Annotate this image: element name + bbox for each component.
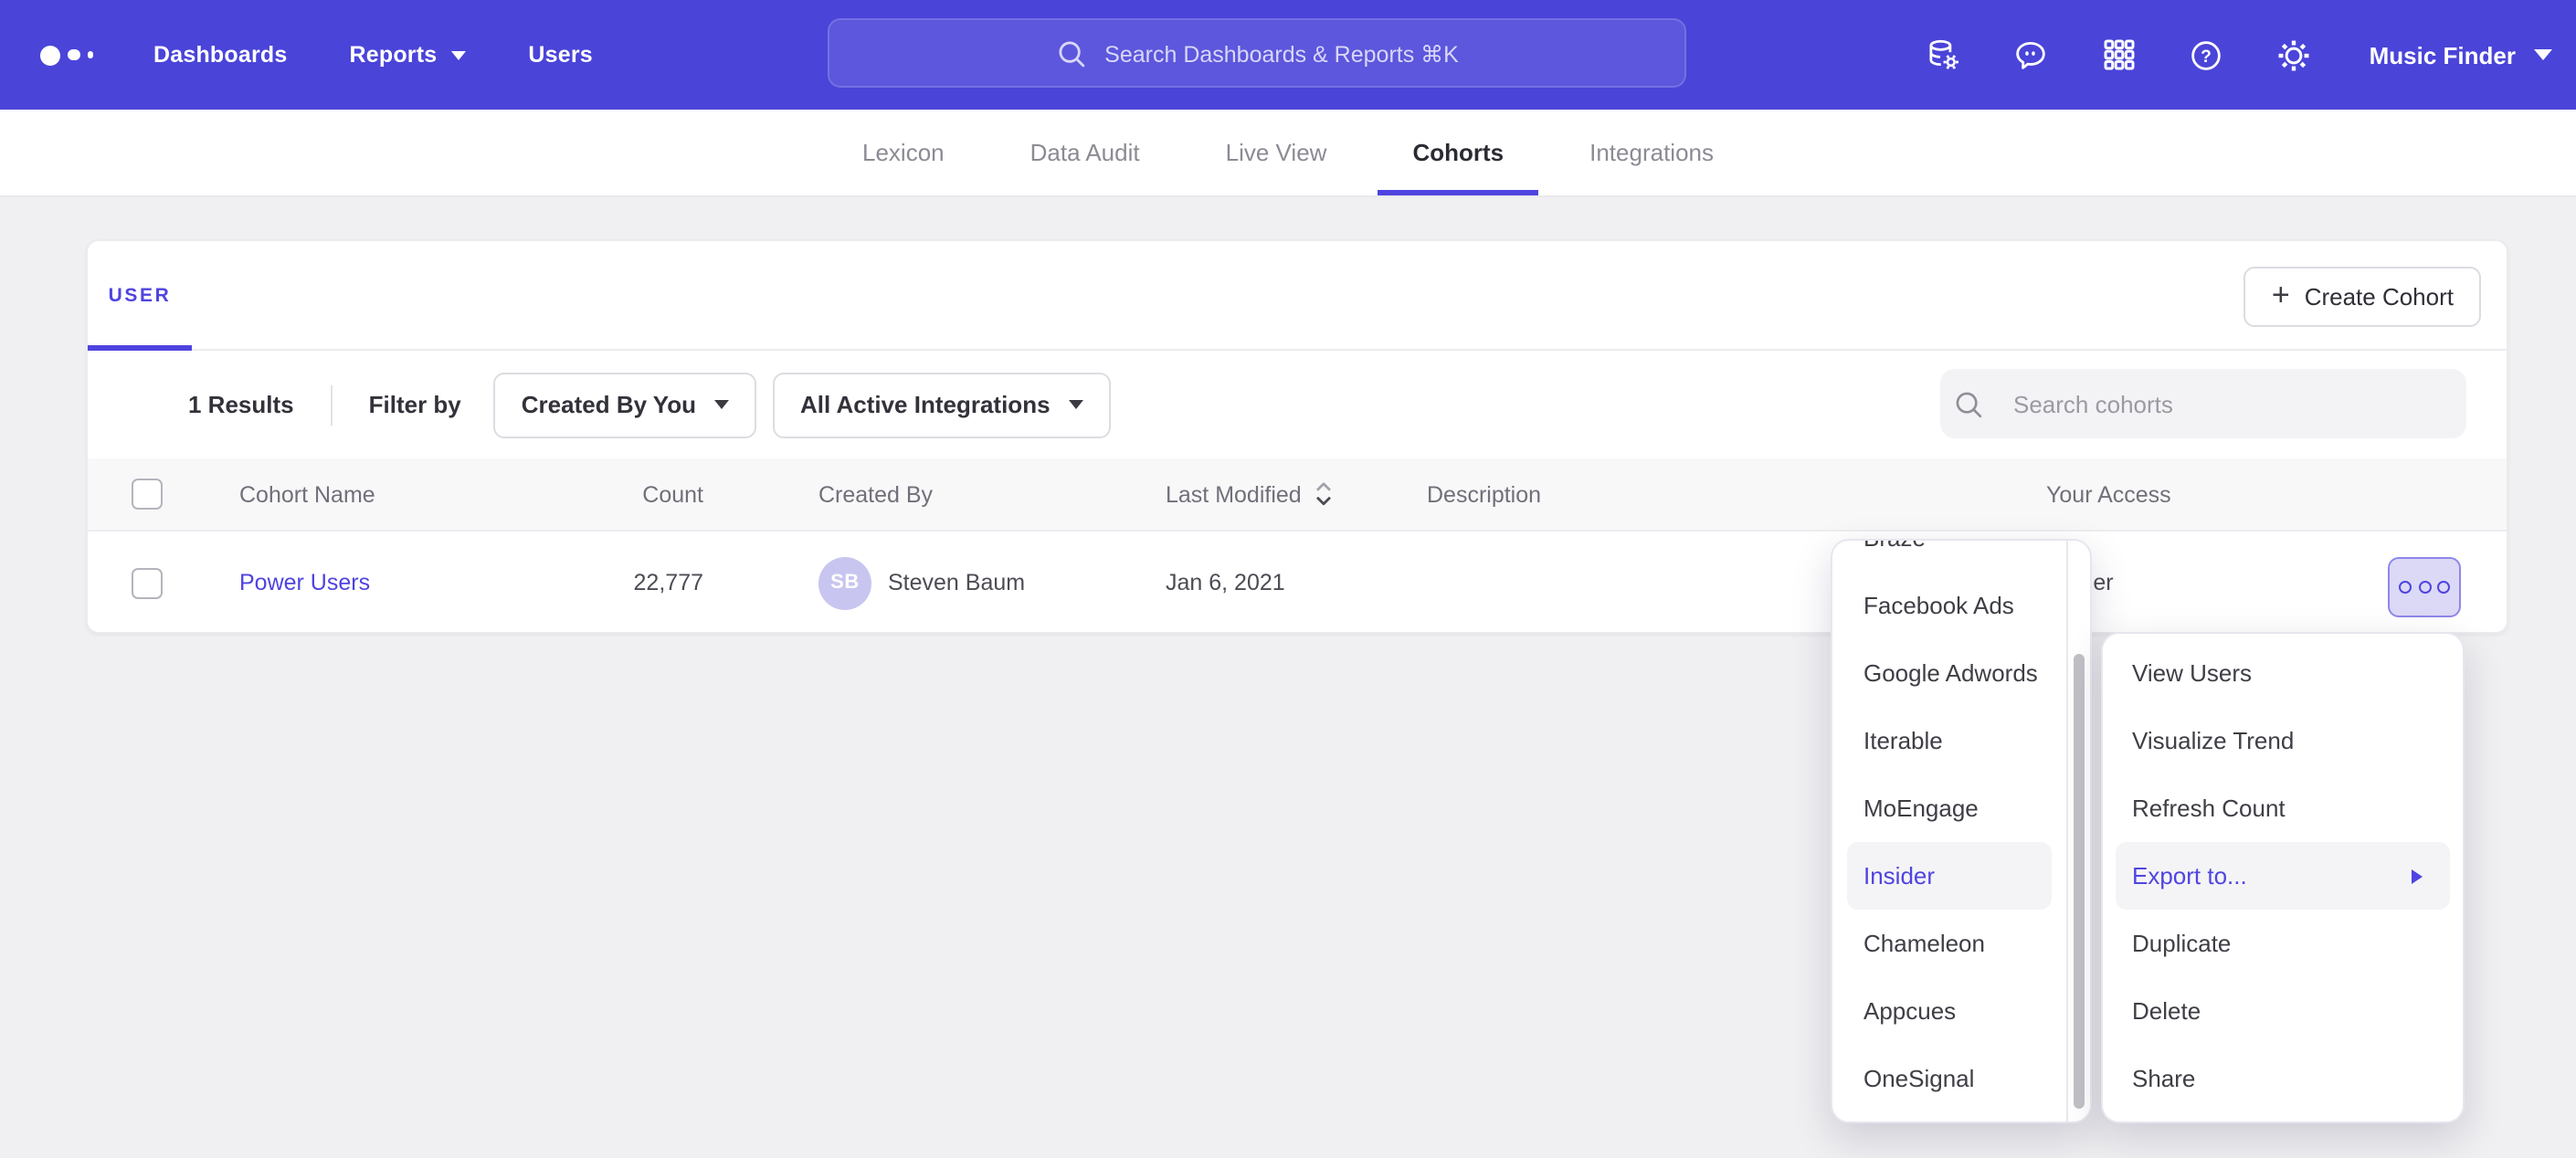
project-switcher[interactable]: Music Finder	[2370, 41, 2552, 68]
chevron-down-icon	[1069, 400, 1083, 409]
cohort-name-link[interactable]: Power Users	[239, 570, 370, 595]
help-icon[interactable]: ?	[2185, 33, 2229, 77]
submenu-item-braze[interactable]: Braze	[1847, 539, 2052, 572]
menu-item-refresh-count[interactable]: Refresh Count	[2116, 774, 2450, 842]
row-actions-button[interactable]	[2388, 557, 2461, 617]
ellipsis-dot	[2418, 581, 2431, 594]
submenu-item-facebook-ads[interactable]: Facebook Ads	[1847, 572, 2052, 639]
settings-gear-icon[interactable]	[2273, 33, 2317, 77]
section-tabbar: Lexicon Data Audit Live View Cohorts Int…	[0, 110, 2576, 197]
tab-user-label: USER	[109, 284, 172, 306]
cohort-table-row: Power Users 22,777 SB Steven Baum Jan 6,…	[88, 532, 2507, 634]
avatar: SB	[818, 556, 871, 609]
menu-item-view-users[interactable]: View Users	[2116, 639, 2450, 707]
chevron-down-icon	[2534, 49, 2552, 60]
divider	[331, 384, 333, 425]
tab-data-audit[interactable]: Data Audit	[996, 110, 1175, 195]
menu-item-visualize-trend[interactable]: Visualize Trend	[2116, 707, 2450, 774]
created-by-filter-value: Created By You	[522, 391, 696, 418]
select-all-checkbox[interactable]	[132, 479, 163, 510]
search-icon	[1055, 37, 1086, 68]
nav-users[interactable]: Users	[528, 42, 593, 68]
last-modified-label: Last Modified	[1166, 481, 1302, 507]
nav-dashboards[interactable]: Dashboards	[153, 42, 288, 68]
create-cohort-label: Create Cohort	[2305, 283, 2454, 311]
export-to-label: Export to...	[2132, 862, 2247, 890]
sort-icon	[1314, 480, 1335, 508]
row-checkbox[interactable]	[132, 567, 163, 598]
submenu-item-chameleon[interactable]: Chameleon	[1847, 910, 2052, 977]
submenu-item-google-adwords[interactable]: Google Adwords	[1847, 639, 2052, 707]
created-by-filter-dropdown[interactable]: Created By You	[494, 372, 756, 437]
tab-user-cohorts[interactable]: USER	[88, 241, 192, 349]
submenu-item-appcues[interactable]: Appcues	[1847, 977, 2052, 1045]
logo-dot-small	[87, 52, 93, 58]
global-search-placeholder: Search Dashboards & Reports ⌘K	[1104, 39, 1459, 67]
top-navbar: Dashboards Reports Users Search Dashboar…	[0, 0, 2576, 110]
row-actions-list: View Users Visualize Trend Refresh Count…	[2103, 634, 2463, 1123]
menu-item-duplicate[interactable]: Duplicate	[2116, 910, 2450, 977]
submenu-item-insider[interactable]: Insider	[1847, 842, 2052, 910]
column-header-your-access: Your Access	[2046, 458, 2171, 530]
logo-dot-large	[40, 45, 60, 65]
tab-integrations[interactable]: Integrations	[1555, 110, 1748, 195]
global-search-button[interactable]: Search Dashboards & Reports ⌘K	[828, 18, 1686, 88]
search-cohorts-input[interactable]	[1940, 369, 2466, 438]
chevron-down-icon	[714, 400, 729, 409]
feedback-icon[interactable]	[2010, 33, 2053, 77]
submenu-item-moengage[interactable]: MoEngage	[1847, 774, 2052, 842]
chevron-down-icon	[451, 50, 466, 59]
created-by-name: Steven Baum	[888, 570, 1025, 595]
cohort-count-value: 22,777	[526, 532, 703, 634]
export-destinations-submenu: Braze Facebook Ads Google Adwords Iterab…	[1831, 539, 2092, 1123]
primary-nav: Dashboards Reports Users	[153, 42, 593, 68]
create-cohort-button[interactable]: + Create Cohort	[2244, 267, 2481, 327]
navbar-right-group: ?	[1878, 0, 2552, 110]
tab-cohorts[interactable]: Cohorts	[1378, 110, 1538, 195]
plus-icon: +	[2272, 279, 2290, 311]
column-header-created-by: Created By	[818, 458, 933, 530]
submenu-arrow-icon	[2412, 868, 2423, 883]
nav-reports[interactable]: Reports	[350, 42, 467, 68]
integrations-filter-dropdown[interactable]: All Active Integrations	[773, 372, 1111, 437]
svg-text:?: ?	[2201, 47, 2212, 66]
filter-toolbar: 1 Results Filter by Created By You All A…	[88, 351, 2507, 458]
data-sources-icon[interactable]	[1922, 33, 1966, 77]
row-actions-menu: View Users Visualize Trend Refresh Count…	[2101, 632, 2465, 1123]
submenu-scrollbar-thumb[interactable]	[2073, 654, 2085, 1109]
app-viewport: Dashboards Reports Users Search Dashboar…	[0, 0, 2576, 1158]
ellipsis-dot	[2437, 581, 2450, 594]
ellipsis-dot	[2399, 581, 2412, 594]
menu-item-share[interactable]: Share	[2116, 1045, 2450, 1112]
column-header-last-modified[interactable]: Last Modified	[1166, 458, 1335, 530]
cohort-type-header: USER + Create Cohort	[88, 241, 2507, 351]
column-header-cohort-name: Cohort Name	[239, 458, 375, 530]
integrations-filter-value: All Active Integrations	[800, 391, 1050, 418]
project-name: Music Finder	[2370, 41, 2516, 68]
cohorts-card: USER + Create Cohort 1 Results Filter by…	[86, 239, 2508, 634]
created-by-cell: SB Steven Baum	[818, 532, 1025, 634]
apps-grid-icon[interactable]	[2097, 33, 2141, 77]
results-count: 1 Results	[188, 391, 294, 418]
logo-dot-medium	[68, 49, 79, 61]
last-modified-value: Jan 6, 2021	[1166, 532, 1285, 634]
column-header-count: Count	[526, 458, 703, 530]
nav-reports-label: Reports	[350, 42, 438, 68]
submenu-item-iterable[interactable]: Iterable	[1847, 707, 2052, 774]
export-destinations-list: Braze Facebook Ads Google Adwords Iterab…	[1832, 539, 2090, 1123]
column-header-description: Description	[1427, 458, 1541, 530]
tab-live-view[interactable]: Live View	[1191, 110, 1362, 195]
submenu-scrollbar-track	[2066, 541, 2090, 1121]
menu-item-delete[interactable]: Delete	[2116, 977, 2450, 1045]
mixpanel-logo[interactable]	[40, 45, 93, 65]
submenu-item-onesignal[interactable]: OneSignal	[1847, 1045, 2052, 1112]
tab-lexicon[interactable]: Lexicon	[828, 110, 979, 195]
table-header-row: Cohort Name Count Created By Last Modifi…	[88, 458, 2507, 532]
menu-item-export-to[interactable]: Export to...	[2116, 842, 2450, 910]
filter-by-label: Filter by	[369, 391, 461, 418]
